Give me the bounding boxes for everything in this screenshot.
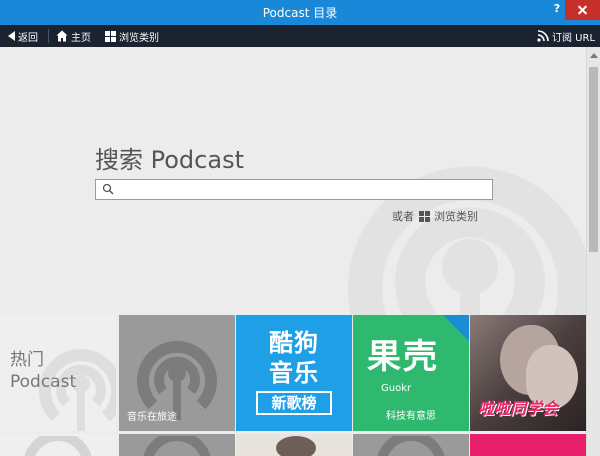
featured-tiles: 热门 Podcast 音乐在旅途 酷狗 音乐 新歌榜 果壳 Guokr 科技有意… bbox=[0, 315, 586, 456]
window-title: Podcast 目录 bbox=[262, 6, 338, 20]
or-browse-row: 或者 浏览类别 bbox=[392, 208, 478, 224]
guokr-english: Guokr bbox=[381, 383, 412, 394]
browse-categories-button[interactable]: 浏览类别 bbox=[105, 28, 159, 44]
lala-title: 啦啦同学会 bbox=[478, 399, 559, 418]
toolbar: 返回 主页 浏览类别 订阅 URL bbox=[0, 25, 600, 47]
podcast-icon bbox=[24, 436, 92, 456]
tile-music-travel[interactable]: 音乐在旅途 bbox=[119, 315, 235, 431]
back-button[interactable]: 返回 bbox=[8, 28, 38, 44]
music-travel-label: 音乐在旅途 bbox=[127, 412, 177, 423]
podcast-icon bbox=[143, 436, 211, 456]
subscribe-url-label: 订阅 URL bbox=[552, 32, 596, 44]
main-content: 搜索 Podcast 或者 浏览类别 热门 Podcast 音乐在旅途 酷狗 音… bbox=[0, 47, 586, 456]
browse-categories-label: 浏览类别 bbox=[119, 32, 159, 44]
scroll-thumb[interactable] bbox=[589, 67, 598, 252]
vertical-scrollbar[interactable] bbox=[586, 47, 600, 456]
tile-row2-2[interactable] bbox=[119, 434, 235, 456]
cover-art bbox=[276, 436, 316, 456]
tile-guokr[interactable]: 果壳 Guokr 科技有意思 bbox=[353, 315, 469, 431]
podcast-icon bbox=[377, 436, 445, 456]
back-arrow-icon bbox=[8, 31, 15, 41]
search-box bbox=[95, 179, 493, 200]
subscribe-url-button[interactable]: 订阅 URL bbox=[537, 28, 595, 44]
guokr-subtitle: 科技有意思 bbox=[386, 411, 436, 422]
home-label: 主页 bbox=[71, 32, 91, 44]
home-icon bbox=[56, 30, 68, 42]
help-button[interactable]: ? bbox=[550, 2, 564, 18]
kugou-subtitle: 新歌榜 bbox=[256, 391, 332, 415]
browse-categories-link[interactable]: 浏览类别 bbox=[419, 208, 478, 224]
guokr-title: 果壳 bbox=[367, 337, 439, 377]
browse-categories-link-label: 浏览类别 bbox=[434, 210, 478, 223]
search-icon bbox=[102, 183, 114, 195]
or-label: 或者 bbox=[392, 210, 414, 223]
back-label: 返回 bbox=[18, 32, 38, 44]
hot-podcast-title: 热门 Podcast bbox=[10, 350, 77, 392]
tile-row2-3[interactable] bbox=[236, 434, 352, 456]
title-bar: Podcast 目录 ? bbox=[0, 0, 600, 25]
corner-accent bbox=[443, 315, 469, 341]
tile-lala[interactable]: 啦啦同学会 bbox=[470, 315, 586, 431]
tile-row2-4[interactable] bbox=[353, 434, 469, 456]
tile-hot-podcast[interactable]: 热门 Podcast bbox=[0, 315, 116, 431]
close-button[interactable] bbox=[565, 0, 600, 20]
tile-row2-5[interactable] bbox=[470, 434, 586, 456]
home-button[interactable]: 主页 bbox=[56, 28, 91, 44]
grid-icon bbox=[105, 30, 116, 42]
grid-icon bbox=[419, 210, 430, 222]
tile-row2-1[interactable] bbox=[0, 434, 116, 456]
scroll-up-arrow-icon[interactable] bbox=[590, 53, 598, 58]
search-heading: 搜索 Podcast bbox=[95, 146, 244, 174]
toolbar-divider bbox=[48, 29, 49, 43]
tile-kugou[interactable]: 酷狗 音乐 新歌榜 bbox=[236, 315, 352, 431]
kugou-logo-text: 酷狗 音乐 bbox=[269, 329, 319, 387]
search-input[interactable] bbox=[118, 181, 488, 198]
rss-icon bbox=[537, 30, 549, 42]
